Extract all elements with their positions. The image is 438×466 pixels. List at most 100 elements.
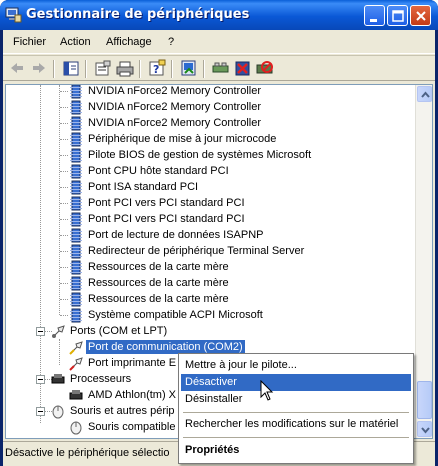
tree-connector <box>60 171 68 172</box>
chip-icon <box>70 180 82 195</box>
chip-icon <box>70 148 82 163</box>
device-list-item[interactable]: Ressources de la carte mère <box>68 259 408 275</box>
tree-connector <box>60 251 68 252</box>
menu-action[interactable]: Action <box>60 36 91 48</box>
toolbar: ? <box>3 55 435 81</box>
device-lpt[interactable]: Port imprimante E <box>68 355 188 371</box>
device-label: Ressources de la carte mère <box>88 261 229 273</box>
device-label: Périphérique de mise à jour microcode <box>88 133 277 145</box>
chip-icon <box>70 100 82 115</box>
vertical-scrollbar[interactable] <box>415 85 432 438</box>
minimize-button[interactable] <box>364 5 385 26</box>
tree-connector <box>60 267 68 268</box>
back-icon[interactable] <box>7 59 27 78</box>
chip-icon <box>70 276 82 291</box>
device-list-item[interactable]: Pont PCI vers PCI standard PCI <box>68 211 408 227</box>
collapse-mice-toggle[interactable] <box>36 407 45 416</box>
arrow-up-icon <box>421 91 430 98</box>
menu-properties[interactable]: Propriétés <box>181 442 411 459</box>
tree-connector <box>60 187 68 188</box>
scan-hardware-icon[interactable] <box>211 59 231 78</box>
menu-separator <box>183 437 409 438</box>
device-list-item[interactable]: Périphérique de mise à jour microcode <box>68 131 408 147</box>
tree-connector <box>40 85 41 423</box>
scroll-up-button[interactable] <box>417 86 432 102</box>
device-list-item[interactable]: NVIDIA nForce2 Memory Controller <box>68 115 408 131</box>
scroll-down-button[interactable] <box>417 421 432 437</box>
scroll-thumb[interactable] <box>417 381 432 419</box>
device-label: NVIDIA nForce2 Memory Controller <box>88 85 261 97</box>
toolbar-separator <box>171 60 173 78</box>
serial-port-icon <box>69 341 83 355</box>
uninstall-icon[interactable] <box>233 59 253 78</box>
printer-port-icon <box>69 357 83 371</box>
device-lpt-label: Port imprimante E <box>88 357 177 369</box>
menu-affichage[interactable]: Affichage <box>106 36 152 48</box>
menu-uninstall[interactable]: Désinstaller <box>181 391 411 408</box>
chip-icon <box>70 260 82 275</box>
collapse-processors-toggle[interactable] <box>36 375 45 384</box>
help-icon[interactable]: ? <box>147 59 167 78</box>
device-label: Pont CPU hôte standard PCI <box>88 165 229 177</box>
chip-icon <box>70 196 82 211</box>
mouse-icon <box>52 405 64 419</box>
chip-icon <box>70 85 82 99</box>
device-list-item[interactable]: NVIDIA nForce2 Memory Controller <box>68 85 408 99</box>
tree-connector <box>60 299 68 300</box>
tree-connector <box>60 155 68 156</box>
toolbar-separator <box>139 60 141 78</box>
toolbar-separator <box>53 60 55 78</box>
device-list-item[interactable]: Pont CPU hôte standard PCI <box>68 163 408 179</box>
device-label: Redirecteur de périphérique Terminal Ser… <box>88 245 305 257</box>
mouse-icon <box>70 421 82 435</box>
device-list-item[interactable]: NVIDIA nForce2 Memory Controller <box>68 99 408 115</box>
close-icon <box>416 11 426 21</box>
category-processors-label: Processeurs <box>70 373 132 385</box>
status-text: Désactive le périphérique sélectio <box>5 447 170 459</box>
device-list-item[interactable]: Pilote BIOS de gestion de systèmes Micro… <box>68 147 408 163</box>
print-icon[interactable] <box>115 59 135 78</box>
device-list-item[interactable]: Ressources de la carte mère <box>68 275 408 291</box>
category-mice-label: Souris et autres périp <box>70 405 175 417</box>
maximize-icon <box>392 10 404 22</box>
close-button[interactable] <box>410 5 431 26</box>
update-driver-icon[interactable] <box>179 59 199 78</box>
properties-icon[interactable] <box>93 59 113 78</box>
processor-icon <box>69 390 83 400</box>
category-ports[interactable]: Ports (COM et LPT) <box>50 323 250 339</box>
minimize-icon <box>370 19 377 22</box>
menu-separator <box>183 412 409 413</box>
menu-disable[interactable]: Désactiver <box>181 374 411 391</box>
chip-icon <box>70 292 82 307</box>
category-ports-label: Ports (COM et LPT) <box>70 325 168 337</box>
device-list-item[interactable]: Système compatible ACPI Microsoft <box>68 307 408 323</box>
device-list-item[interactable]: Ressources de la carte mère <box>68 291 408 307</box>
title-bar[interactable]: Gestionnaire de périphériques <box>0 0 438 30</box>
device-label: NVIDIA nForce2 Memory Controller <box>88 101 261 113</box>
device-cpu-label: AMD Athlon(tm) X <box>88 389 177 401</box>
menu-help[interactable]: ? <box>168 36 174 48</box>
device-list-item[interactable]: Pont ISA standard PCI <box>68 179 408 195</box>
menu-update-driver[interactable]: Mettre à jour le pilote... <box>181 357 411 374</box>
device-cpu[interactable]: AMD Athlon(tm) X <box>68 387 188 403</box>
forward-icon[interactable] <box>29 59 49 78</box>
category-mice[interactable]: Souris et autres périp <box>50 403 180 419</box>
menu-scan-hardware[interactable]: Rechercher les modifications sur le maté… <box>181 416 411 433</box>
collapse-ports-toggle[interactable] <box>36 327 45 336</box>
device-label: Ressources de la carte mère <box>88 293 229 305</box>
category-processors[interactable]: Processeurs <box>50 371 170 387</box>
toolbar-separator <box>85 60 87 78</box>
menu-fichier[interactable]: Fichier <box>13 36 46 48</box>
tree-connector <box>60 235 68 236</box>
show-tree-icon[interactable] <box>61 59 81 78</box>
device-mouse[interactable]: Souris compatible <box>68 419 188 435</box>
menu-bar: Fichier Action Affichage ? <box>3 30 435 54</box>
device-list-item[interactable]: Redirecteur de périphérique Terminal Ser… <box>68 243 408 259</box>
chip-icon <box>70 116 82 131</box>
chip-icon <box>70 308 82 323</box>
maximize-button[interactable] <box>387 5 408 26</box>
device-list-item[interactable]: Port de lecture de données ISAPNP <box>68 227 408 243</box>
disable-icon[interactable] <box>255 59 275 78</box>
tree-connector <box>60 315 68 316</box>
device-list-item[interactable]: Pont PCI vers PCI standard PCI <box>68 195 408 211</box>
